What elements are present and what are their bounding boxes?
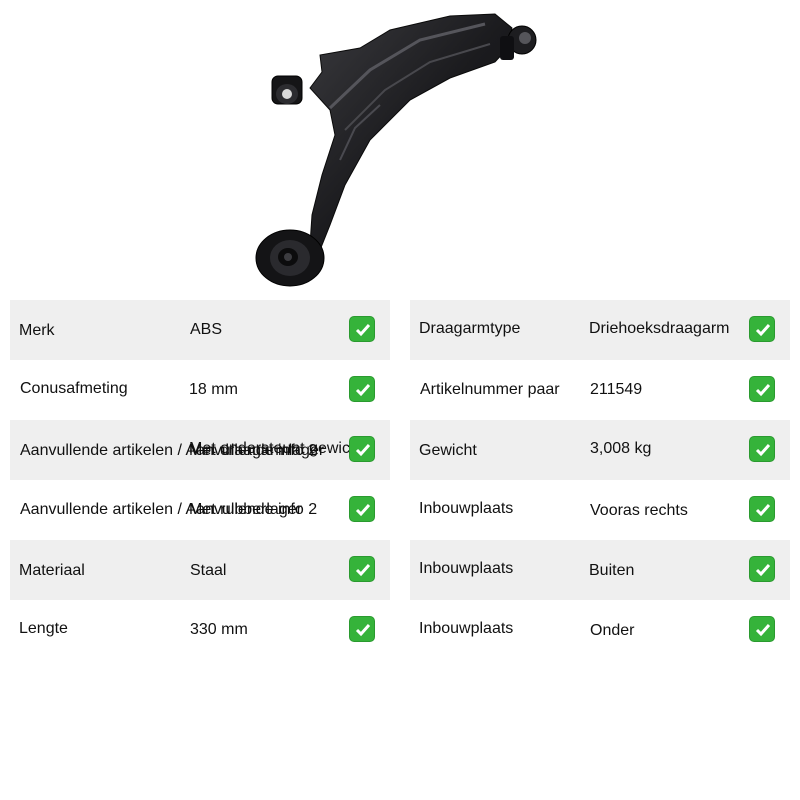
spec-row: Conusafmeting 18 mm <box>10 360 390 420</box>
check-icon <box>749 556 775 582</box>
spec-row: Aanvullende artikelen / Aanvullende info… <box>10 480 390 540</box>
spec-value: Onder <box>590 622 635 639</box>
check-icon <box>349 496 375 522</box>
spec-value: 3,008 kg <box>590 440 652 457</box>
spec-row: Inbouwplaats Vooras rechts <box>410 480 790 540</box>
check-icon <box>749 616 775 642</box>
spec-value: Staal <box>190 562 227 579</box>
spec-row: Lengte 330 mm <box>10 600 390 660</box>
spec-row: Gewicht 3,008 kg <box>410 420 790 480</box>
spec-row: Aanvullende artikelen / Aanvullende info… <box>10 420 390 480</box>
spec-value: Buiten <box>589 562 635 579</box>
check-icon <box>749 496 775 522</box>
spec-row: Materiaal Staal <box>10 540 390 600</box>
spec-label: Gewicht <box>419 442 477 459</box>
spec-value: Vooras rechts <box>590 502 688 519</box>
check-icon <box>349 556 375 582</box>
spec-value: 211549 <box>590 381 643 398</box>
spec-row: Draagarmtype Driehoeksdraagarm <box>410 300 790 360</box>
spec-label: Merk <box>19 322 55 339</box>
spec-value: Met rubberlager <box>189 501 302 518</box>
spec-row: Inbouwplaats Onder <box>410 600 790 660</box>
control-arm-photo <box>255 13 537 287</box>
spec-value: Driehoeksdraagarm <box>589 320 730 337</box>
spec-label: Materiaal <box>19 562 85 579</box>
spec-value: 18 mm <box>189 381 238 398</box>
spec-table-left: Merk ABS Conusafmeting 18 mm Aanvullende… <box>10 300 390 660</box>
check-icon <box>749 316 775 342</box>
spec-row: Artikelnummer paar 211549 <box>410 360 790 420</box>
spec-value-overlay: Met ondersteunt gewicht <box>189 440 364 457</box>
check-icon <box>349 616 375 642</box>
check-icon <box>349 436 375 462</box>
spec-row: Inbouwplaats Buiten <box>410 540 790 600</box>
spec-label: Conusafmeting <box>20 380 128 397</box>
spec-label: Inbouwplaats <box>419 500 514 517</box>
check-icon <box>749 436 775 462</box>
spec-table-right: Draagarmtype Driehoeksdraagarm Artikelnu… <box>410 300 790 660</box>
spec-value: 330 mm <box>190 621 248 638</box>
check-icon <box>349 316 375 342</box>
check-icon <box>749 376 775 402</box>
spec-label: Lengte <box>19 620 68 637</box>
spec-label: Artikelnummer paar <box>420 381 560 398</box>
spec-label: Inbouwplaats <box>419 560 514 577</box>
spec-label: Draagarmtype <box>419 320 521 337</box>
spec-value: ABS <box>190 321 223 338</box>
spec-label: Inbouwplaats <box>419 620 514 637</box>
spec-row: Merk ABS <box>10 300 390 360</box>
check-icon <box>349 376 375 402</box>
